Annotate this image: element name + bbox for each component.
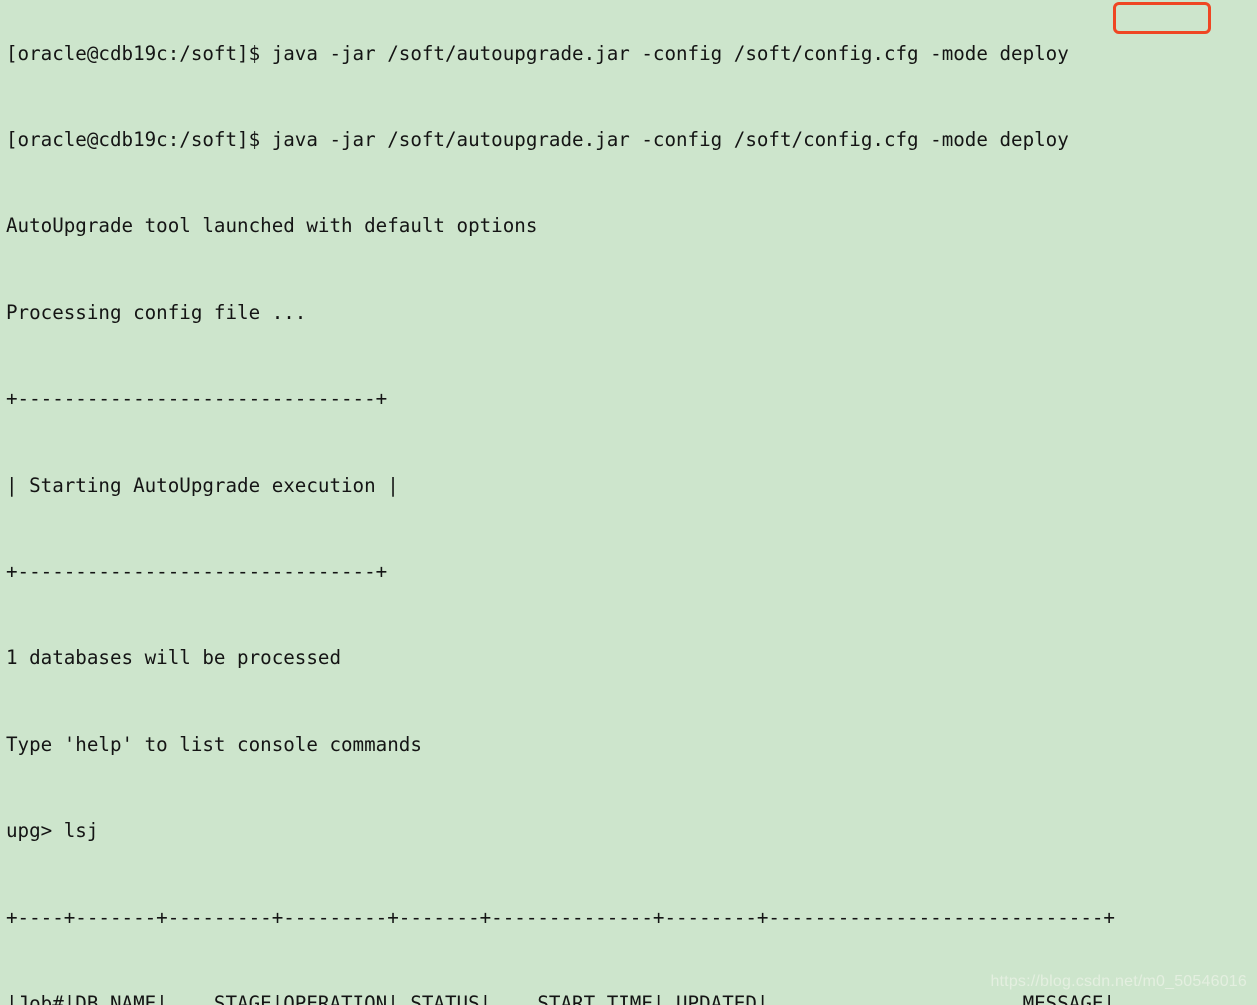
terminal-line: [oracle@cdb19c:/soft]$ java -jar /soft/a… [6,127,1069,151]
watermark: https://blog.csdn.net/m0_50546016 [990,973,1247,991]
terminal-line: upg> lsj [6,819,99,843]
terminal-window[interactable]: [oracle@cdb19c:/soft]$ java -jar /soft/a… [0,0,1257,1005]
terminal-line: Processing config file ... [6,300,307,324]
terminal-output: [oracle@cdb19c:/soft]$ java -jar /soft/a… [6,0,1115,1005]
deploy-highlight-box [1113,2,1211,34]
terminal-line: +-------------------------------+ [6,387,388,411]
terminal-line: AutoUpgrade tool launched with default o… [6,214,538,238]
terminal-line: +----+-------+---------+---------+------… [6,905,1115,929]
terminal-line: +-------------------------------+ [6,559,388,583]
terminal-line: | Starting AutoUpgrade execution | [6,473,399,497]
terminal-line: 1 databases will be processed [6,646,342,670]
terminal-line: Type 'help' to list console commands [6,732,422,756]
terminal-line: [oracle@cdb19c:/soft]$ java -jar /soft/a… [6,41,1069,65]
terminal-line: |Job#|DB_NAME| STAGE|OPERATION| STATUS| … [6,991,1115,1005]
